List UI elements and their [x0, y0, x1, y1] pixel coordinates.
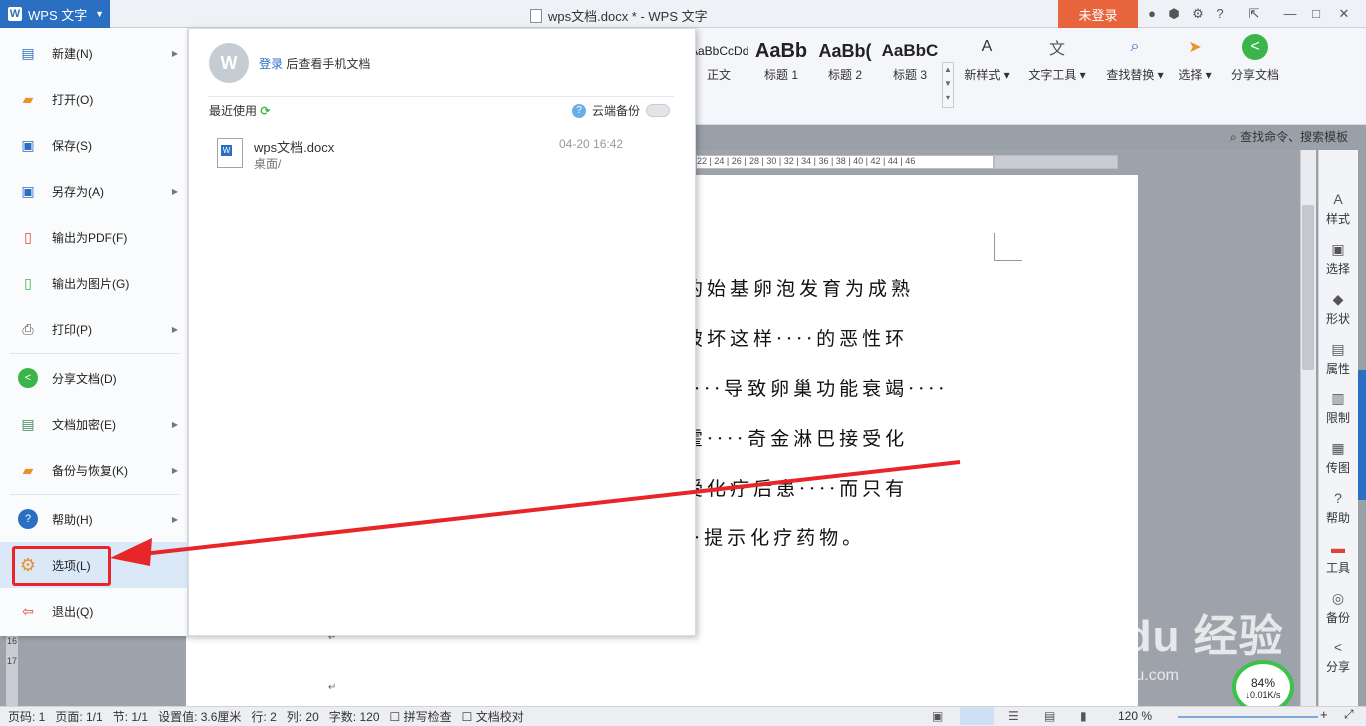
outline-view-icon[interactable]: ☰	[1008, 709, 1019, 723]
spell-check-label: 拼写检查	[403, 710, 452, 724]
zoom-fit-icon[interactable]: ⤢	[1344, 707, 1354, 722]
proofread-toggle[interactable]: ☐ 文档校对	[462, 708, 524, 725]
status-word-count[interactable]: 字数: 120	[329, 708, 380, 725]
status-col: 列: 20	[286, 710, 319, 724]
arrow-line	[124, 460, 961, 558]
status-pages: 页面: 1/1	[55, 710, 103, 724]
arrow-head	[110, 538, 152, 566]
proofread-label: 文档校对	[475, 710, 524, 724]
status-page: 页码: 1	[8, 710, 46, 724]
speed-percent: 84%	[1250, 676, 1276, 690]
status-section: 节: 1/1	[112, 710, 149, 724]
spell-check-toggle[interactable]: ☐ 拼写检查	[390, 708, 452, 725]
baidu-watermark-url: jingyan.baidu.com	[1050, 667, 1179, 684]
zoom-level[interactable]: 120 %	[1118, 709, 1152, 723]
web-view-icon[interactable]: ▤	[1044, 709, 1055, 723]
zoom-slider[interactable]	[1178, 716, 1318, 718]
focus-mode-icon[interactable]: ▣	[932, 709, 943, 723]
protect-view-icon[interactable]: ▮	[1080, 709, 1087, 723]
status-bar: 页码: 1 页面: 1/1 节: 1/1 设置值: 3.6厘米 行: 2 列: …	[0, 706, 1366, 726]
speed-rate: ↓0.01K/s	[1245, 690, 1281, 700]
status-setting: 设置值: 3.6厘米	[158, 710, 242, 724]
page-view-button[interactable]	[960, 707, 994, 725]
baidu-watermark-logo: Bai du 经验	[1040, 612, 1284, 661]
zoom-in-icon[interactable]: +	[1320, 707, 1328, 722]
status-row: 行: 2	[251, 710, 277, 724]
